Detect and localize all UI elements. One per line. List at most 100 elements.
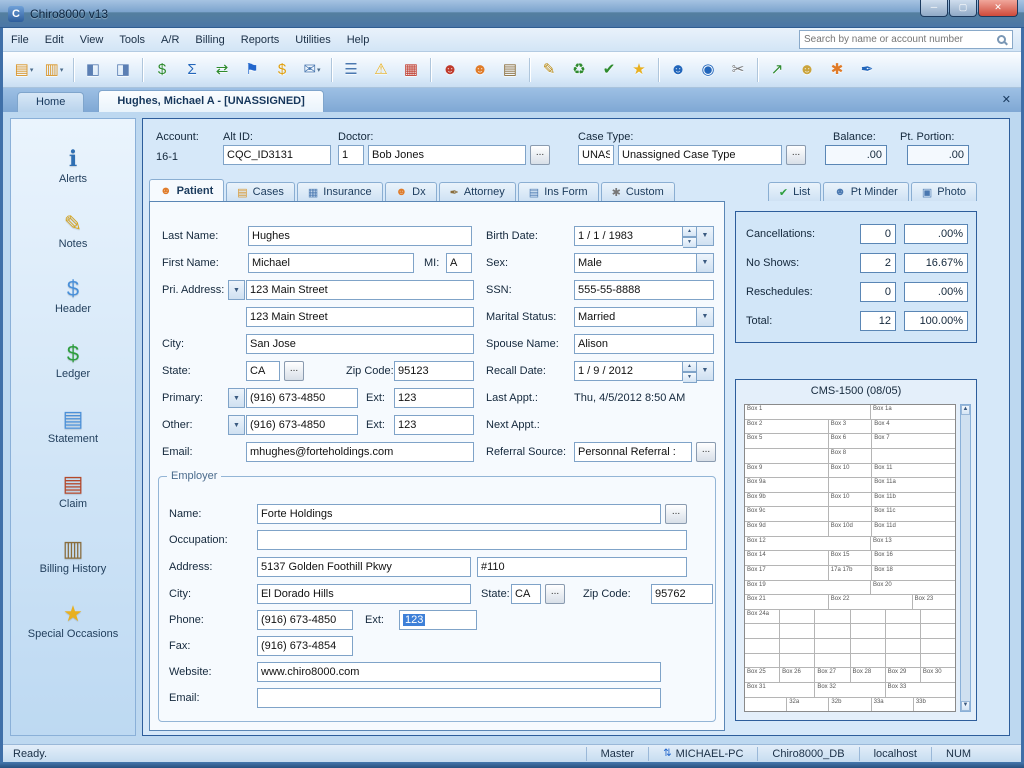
scroll-up-icon[interactable]: ▲ bbox=[961, 405, 970, 415]
tab-dx[interactable]: ☻Dx bbox=[385, 182, 437, 201]
sex-select[interactable]: Male ▼ bbox=[574, 253, 714, 273]
chevron-down-icon[interactable]: ▼ bbox=[697, 307, 714, 327]
employer-ext-field[interactable]: 123 bbox=[399, 610, 477, 630]
employer-address2-input[interactable] bbox=[477, 557, 687, 577]
maximize-button[interactable]: ▢ bbox=[949, 0, 977, 17]
search-icon[interactable] bbox=[997, 35, 1006, 44]
spin-up-icon[interactable]: ▲ bbox=[683, 361, 697, 372]
state-lookup-button[interactable]: ... bbox=[284, 361, 304, 381]
chevron-down-icon[interactable]: ▼ bbox=[697, 361, 714, 381]
referral-source-input[interactable] bbox=[574, 442, 692, 462]
post-transaction-button[interactable]: ⇄ bbox=[207, 55, 237, 85]
chevron-down-icon[interactable]: ▼ bbox=[697, 253, 714, 273]
employer-state-input[interactable] bbox=[511, 584, 541, 604]
spin-down-icon[interactable]: ▼ bbox=[683, 237, 697, 248]
employer-state-lookup-button[interactable]: ... bbox=[545, 584, 565, 604]
spouse-name-input[interactable] bbox=[574, 334, 714, 354]
sidebar-item-special-occasions[interactable]: ★Special Occasions bbox=[13, 602, 133, 640]
sidebar-item-header[interactable]: $Header bbox=[13, 277, 133, 315]
email-button[interactable]: ✉▾ bbox=[297, 55, 327, 85]
other-phone-input[interactable] bbox=[246, 415, 358, 435]
add-group-button[interactable]: ☻ bbox=[663, 55, 693, 85]
employer-name-input[interactable] bbox=[257, 504, 661, 524]
open-folder-button[interactable]: ▥▾ bbox=[39, 55, 69, 85]
chevron-down-icon[interactable]: ▼ bbox=[697, 226, 714, 246]
employer-email-input[interactable] bbox=[257, 688, 661, 708]
statistics-button[interactable]: ↗ bbox=[762, 55, 792, 85]
case-lookup-button[interactable]: ... bbox=[786, 145, 806, 165]
minimize-button[interactable]: ─ bbox=[920, 0, 948, 17]
employer-fax-input[interactable] bbox=[257, 636, 353, 656]
search-input[interactable] bbox=[800, 34, 997, 45]
sidebar-item-alerts[interactable]: ℹAlerts bbox=[13, 147, 133, 185]
case-name-input[interactable] bbox=[618, 145, 782, 165]
primary-phone-input[interactable] bbox=[246, 388, 358, 408]
alt-id-input[interactable] bbox=[223, 145, 331, 165]
tab-photo[interactable]: ▣Photo bbox=[911, 182, 977, 201]
address-book-button[interactable]: ▤ bbox=[495, 55, 525, 85]
payments-button[interactable]: $ bbox=[147, 55, 177, 85]
employer-city-input[interactable] bbox=[257, 584, 471, 604]
city-input[interactable] bbox=[246, 334, 474, 354]
birth-date-field[interactable]: 1 / 1 / 1983 ▲ ▼ ▼ bbox=[574, 226, 714, 246]
last-name-input[interactable] bbox=[248, 226, 472, 246]
primary-phone-dropdown[interactable]: ▼ bbox=[228, 388, 245, 408]
web-sync-button[interactable]: ♻ bbox=[564, 55, 594, 85]
other-ext-input[interactable] bbox=[394, 415, 474, 435]
tab-list[interactable]: ✔List bbox=[768, 182, 821, 201]
case-code-input[interactable] bbox=[578, 145, 614, 165]
sidebar-item-statement[interactable]: ▤Statement bbox=[13, 407, 133, 445]
close-tab-icon[interactable]: ✕ bbox=[1002, 93, 1011, 106]
help-button[interactable]: ✱ bbox=[822, 55, 852, 85]
patients-button[interactable]: ☻ bbox=[465, 55, 495, 85]
new-record-button[interactable]: ▤▾ bbox=[9, 55, 39, 85]
menu-item-help[interactable]: Help bbox=[339, 30, 378, 50]
save-all-button[interactable]: ◨ bbox=[108, 55, 138, 85]
favorites-button[interactable]: ★ bbox=[624, 55, 654, 85]
menu-item-tools[interactable]: Tools bbox=[111, 30, 153, 50]
doctor-name-input[interactable] bbox=[368, 145, 526, 165]
tab-pt-minder[interactable]: ☻Pt Minder bbox=[823, 182, 909, 201]
first-name-input[interactable] bbox=[248, 253, 414, 273]
sign-button[interactable]: ✒ bbox=[852, 55, 882, 85]
save-button[interactable]: ◧ bbox=[78, 55, 108, 85]
primary-ext-input[interactable] bbox=[394, 388, 474, 408]
menu-item-utilities[interactable]: Utilities bbox=[287, 30, 338, 50]
occupation-input[interactable] bbox=[257, 530, 687, 550]
state-input[interactable] bbox=[246, 361, 280, 381]
tab-ins-form[interactable]: ▤Ins Form bbox=[518, 182, 599, 201]
address1-input[interactable] bbox=[246, 280, 474, 300]
alerts-button[interactable]: ⚠ bbox=[366, 55, 396, 85]
spin-up-icon[interactable]: ▲ bbox=[683, 226, 697, 237]
menu-item-edit[interactable]: Edit bbox=[37, 30, 72, 50]
menu-item-file[interactable]: File bbox=[3, 30, 37, 50]
marital-status-select[interactable]: Married ▼ bbox=[574, 307, 714, 327]
sidebar-item-billing-history[interactable]: ▥Billing History bbox=[13, 537, 133, 575]
website-input[interactable] bbox=[257, 662, 661, 682]
vip-patient-button[interactable]: ☻ bbox=[792, 55, 822, 85]
other-phone-dropdown[interactable]: ▼ bbox=[228, 415, 245, 435]
address-type-dropdown[interactable]: ▼ bbox=[228, 280, 245, 300]
zip-input[interactable] bbox=[394, 361, 474, 381]
security-check-button[interactable]: ✔ bbox=[594, 55, 624, 85]
add-patient-button[interactable]: ☻ bbox=[435, 55, 465, 85]
employer-zip-input[interactable] bbox=[651, 584, 713, 604]
tab-home[interactable]: Home bbox=[17, 92, 84, 112]
close-button[interactable]: ✕ bbox=[978, 0, 1018, 17]
flag-button[interactable]: ⚑ bbox=[237, 55, 267, 85]
tools-cut-button[interactable]: ✂ bbox=[723, 55, 753, 85]
tab-patient[interactable]: ☻Patient bbox=[149, 179, 224, 201]
scheduler-button[interactable]: ▦ bbox=[396, 55, 426, 85]
ssn-input[interactable] bbox=[574, 280, 714, 300]
edit-notes-button[interactable]: ✎ bbox=[534, 55, 564, 85]
cms-scrollbar[interactable]: ▲ ▼ bbox=[960, 404, 971, 712]
scroll-down-icon[interactable]: ▼ bbox=[961, 701, 970, 711]
employer-lookup-button[interactable]: ... bbox=[665, 504, 687, 524]
employer-address1-input[interactable] bbox=[257, 557, 471, 577]
charges-button[interactable]: $ bbox=[267, 55, 297, 85]
address2-input[interactable] bbox=[246, 307, 474, 327]
menu-item-reports[interactable]: Reports bbox=[233, 30, 288, 50]
tab-attorney[interactable]: ✒Attorney bbox=[439, 182, 516, 201]
sidebar-item-ledger[interactable]: $Ledger bbox=[13, 342, 133, 380]
tab-custom[interactable]: ✱Custom bbox=[601, 182, 675, 201]
